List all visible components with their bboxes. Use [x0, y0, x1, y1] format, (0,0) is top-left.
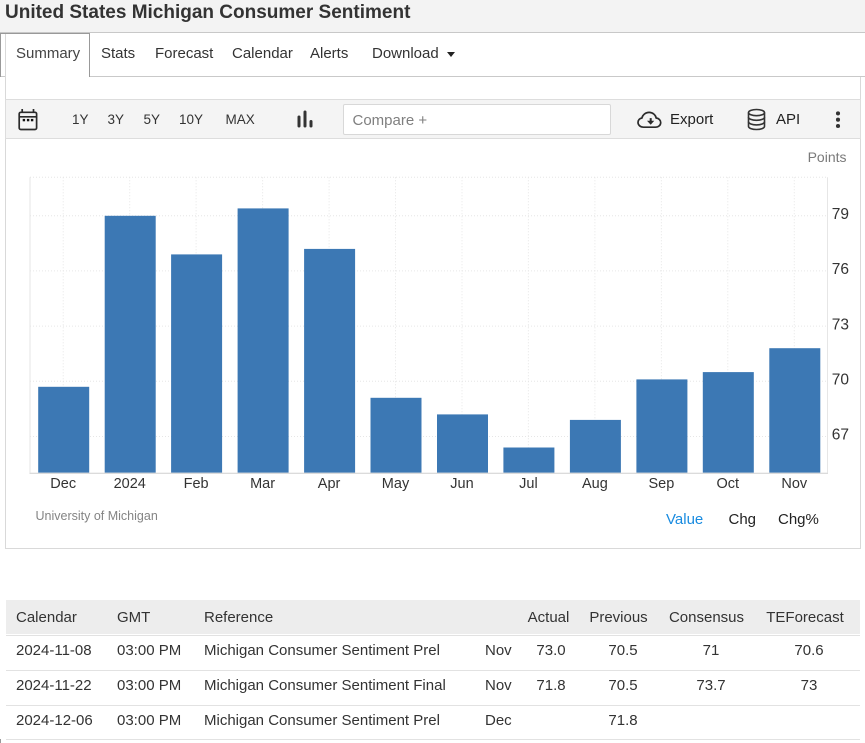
svg-text:2024: 2024: [114, 476, 146, 492]
svg-text:Aug: Aug: [582, 476, 608, 492]
svg-text:79: 79: [832, 206, 849, 223]
svg-text:Jun: Jun: [450, 476, 473, 492]
svg-text:Dec: Dec: [50, 476, 76, 492]
svg-text:Oct: Oct: [717, 476, 740, 492]
svg-text:73: 73: [832, 316, 849, 333]
svg-text:76: 76: [832, 261, 849, 278]
svg-text:70: 70: [832, 372, 850, 389]
svg-text:Sep: Sep: [648, 476, 674, 492]
svg-text:Feb: Feb: [184, 476, 209, 492]
svg-text:May: May: [382, 476, 410, 492]
svg-text:Jul: Jul: [519, 476, 538, 492]
svg-text:Apr: Apr: [318, 476, 341, 492]
svg-text:67: 67: [832, 427, 849, 444]
svg-text:Mar: Mar: [250, 476, 275, 492]
svg-text:Nov: Nov: [781, 476, 808, 492]
svg-text:Points: Points: [808, 149, 847, 165]
